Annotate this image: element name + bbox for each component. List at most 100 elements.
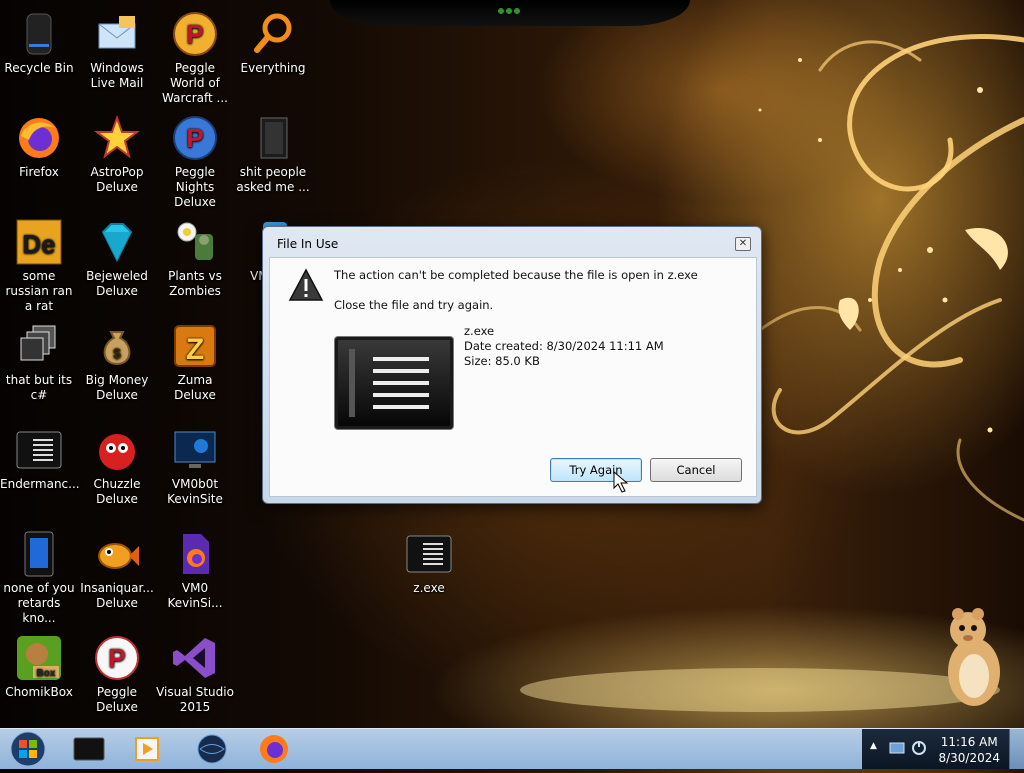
taskbar-app-globe[interactable] xyxy=(186,732,238,766)
clock[interactable]: 11:16 AM 8/30/2024 xyxy=(938,734,1000,766)
dialog-title: File In Use xyxy=(277,237,339,251)
peggle-deluxe-icon: P xyxy=(93,634,141,682)
firefox-icon xyxy=(260,735,288,763)
file-info: z.exe Date created: 8/30/2024 11:11 AM S… xyxy=(464,324,664,369)
desktop-icon-label: ChomikBox xyxy=(5,685,73,699)
chomikbox-icon: Box xyxy=(15,634,63,682)
tablet-app-icon xyxy=(15,530,63,578)
desktop-icon-some-russian[interactable]: De some russian ran a rat xyxy=(0,214,78,314)
desktop-icon-label: Big Money Deluxe xyxy=(85,373,149,402)
desktop-icon-label: Bejeweled Deluxe xyxy=(86,269,148,298)
file-date-created: Date created: 8/30/2024 11:11 AM xyxy=(464,339,664,353)
desktop-icon-big-money[interactable]: $ Big Money Deluxe xyxy=(78,318,156,403)
desktop-icon-zexe[interactable]: z.exe xyxy=(390,526,468,596)
taskbar-app-media-player[interactable] xyxy=(122,732,174,766)
desktop-icon-plants-vs-zombies[interactable]: Plants vs Zombies xyxy=(156,214,234,299)
chuzzle-icon xyxy=(93,426,141,474)
desktop-icon-label: Visual Studio 2015 xyxy=(156,685,234,714)
desktop-icon-astropop[interactable]: AstroPop Deluxe xyxy=(78,110,156,195)
desktop-icon-everything[interactable]: Everything xyxy=(234,6,312,76)
desktop-icon-endermanch[interactable]: Endermanc... xyxy=(0,422,80,492)
desktop-icon-insaniquarium[interactable]: Insaniquar... Deluxe xyxy=(78,526,156,611)
mouse-cursor-icon xyxy=(613,470,629,493)
desktop-icon-label: Plants vs Zombies xyxy=(168,269,222,298)
windows-logo-icon xyxy=(10,731,46,767)
de-app-icon: De xyxy=(15,218,63,266)
dialog-instruction: Close the file and try again. xyxy=(334,298,494,312)
desktop-icon-label: Peggle Deluxe xyxy=(96,685,138,714)
taskbar-app-firefox[interactable] xyxy=(248,732,300,766)
taskbar: ▲ 11:16 AM 8/30/2024 xyxy=(0,728,1024,769)
windows-live-mail-icon xyxy=(93,10,141,58)
svg-text:P: P xyxy=(186,19,203,49)
svg-text:$: $ xyxy=(113,345,121,361)
desktop-icon-label: Peggle World of Warcraft ... xyxy=(162,61,228,105)
desktop-icon-that-but-its-csharp[interactable]: that but its c# xyxy=(0,318,78,403)
desktop-icon-label: some russian ran a rat xyxy=(5,269,73,313)
desktop-icon-label: Recycle Bin xyxy=(4,61,74,75)
plants-vs-zombies-icon xyxy=(171,218,219,266)
desktop-icon-label: shit people asked me ... xyxy=(236,165,310,194)
desktop-icon-none-of-you[interactable]: none of you retards kno... xyxy=(0,526,78,626)
desktop-icon-shit-people[interactable]: shit people asked me ... xyxy=(234,110,312,195)
zuma-icon: Z xyxy=(171,322,219,370)
desktop-icon-label: Peggle Nights Deluxe xyxy=(174,165,216,209)
desktop-icon-bejeweled[interactable]: Bejeweled Deluxe xyxy=(78,214,156,299)
svg-text:De: De xyxy=(22,229,55,259)
folder-shortcut-icon xyxy=(249,114,297,162)
insaniquarium-icon xyxy=(93,530,141,578)
close-button[interactable]: ✕ xyxy=(735,237,751,251)
desktop-icon-windows-live-mail[interactable]: Windows Live Mail xyxy=(78,6,156,91)
file-size: Size: 85.0 KB xyxy=(464,354,540,368)
desktop-icon-label: Windows Live Mail xyxy=(90,61,144,90)
desktop-icon-visual-studio[interactable]: Visual Studio 2015 xyxy=(156,630,234,715)
dialog-body: The action can't be completed because th… xyxy=(269,257,757,497)
show-desktop-button[interactable] xyxy=(1009,729,1024,769)
desktop-icon-chomikbox[interactable]: Box ChomikBox xyxy=(0,630,78,700)
peggle-nights-icon: P xyxy=(171,114,219,162)
file-name: z.exe xyxy=(464,324,495,338)
file-preview-icon xyxy=(334,336,454,430)
network-icon[interactable] xyxy=(888,740,906,756)
dialog-titlebar[interactable]: File In Use ✕ xyxy=(263,227,761,257)
desktop-icon-chuzzle[interactable]: Chuzzle Deluxe xyxy=(78,422,156,507)
recycle-bin-icon xyxy=(15,10,63,58)
desktop-icon-label: VM0b0t KevinSite xyxy=(167,477,223,506)
power-icon[interactable] xyxy=(910,740,928,756)
globe-icon xyxy=(197,734,227,764)
system-tray: ▲ 11:16 AM 8/30/2024 xyxy=(862,729,1024,769)
close-icon: ✕ xyxy=(738,238,748,249)
endermanch-icon xyxy=(15,426,63,474)
desktop-icon-label: Endermanc... xyxy=(0,477,80,491)
desktop-icon-recycle-bin[interactable]: Recycle Bin xyxy=(0,6,78,76)
desktop-icon-label: Everything xyxy=(240,61,306,75)
media-player-icon xyxy=(135,737,159,761)
hamster-gadget-icon[interactable] xyxy=(938,606,1008,710)
desktop-icon-vm0b0t[interactable]: VM0b0t KevinSite xyxy=(156,422,234,507)
desktop-icon-firefox[interactable]: Firefox xyxy=(0,110,78,180)
everything-search-icon xyxy=(249,10,297,58)
top-gadget xyxy=(330,0,690,26)
desktop-icon-peggle-nights[interactable]: P Peggle Nights Deluxe xyxy=(156,110,234,210)
astropop-icon xyxy=(93,114,141,162)
desktop-icon-label: Firefox xyxy=(19,165,59,179)
desktop-icon-label: Chuzzle Deluxe xyxy=(93,477,141,506)
taskbar-app-zexe[interactable] xyxy=(62,732,114,766)
clock-date: 8/30/2024 xyxy=(938,751,1000,765)
cancel-button[interactable]: Cancel xyxy=(650,458,742,482)
warning-icon xyxy=(288,268,324,301)
zexe-icon xyxy=(73,737,105,761)
tray-expand-icon[interactable]: ▲ xyxy=(870,741,877,751)
svg-text:Box: Box xyxy=(37,668,56,679)
desktop-icon-zuma[interactable]: Z Zuma Deluxe xyxy=(156,318,234,403)
desktop-icon-peggle-world-of-warcraft[interactable]: P Peggle World of Warcraft ... xyxy=(156,6,234,106)
desktop-icon-peggle-deluxe[interactable]: P Peggle Deluxe xyxy=(78,630,156,715)
visual-studio-icon xyxy=(171,634,219,682)
svg-text:Z: Z xyxy=(186,333,204,366)
vm0b0t-icon xyxy=(171,426,219,474)
firefox-icon xyxy=(15,114,63,162)
desktop-icon-label: that but its c# xyxy=(5,373,73,402)
desktop-icon-label: Zuma Deluxe xyxy=(174,373,216,402)
start-button[interactable] xyxy=(4,729,48,769)
desktop-icon-vm0-kevinsite[interactable]: VM0 KevinSi... xyxy=(156,526,234,611)
